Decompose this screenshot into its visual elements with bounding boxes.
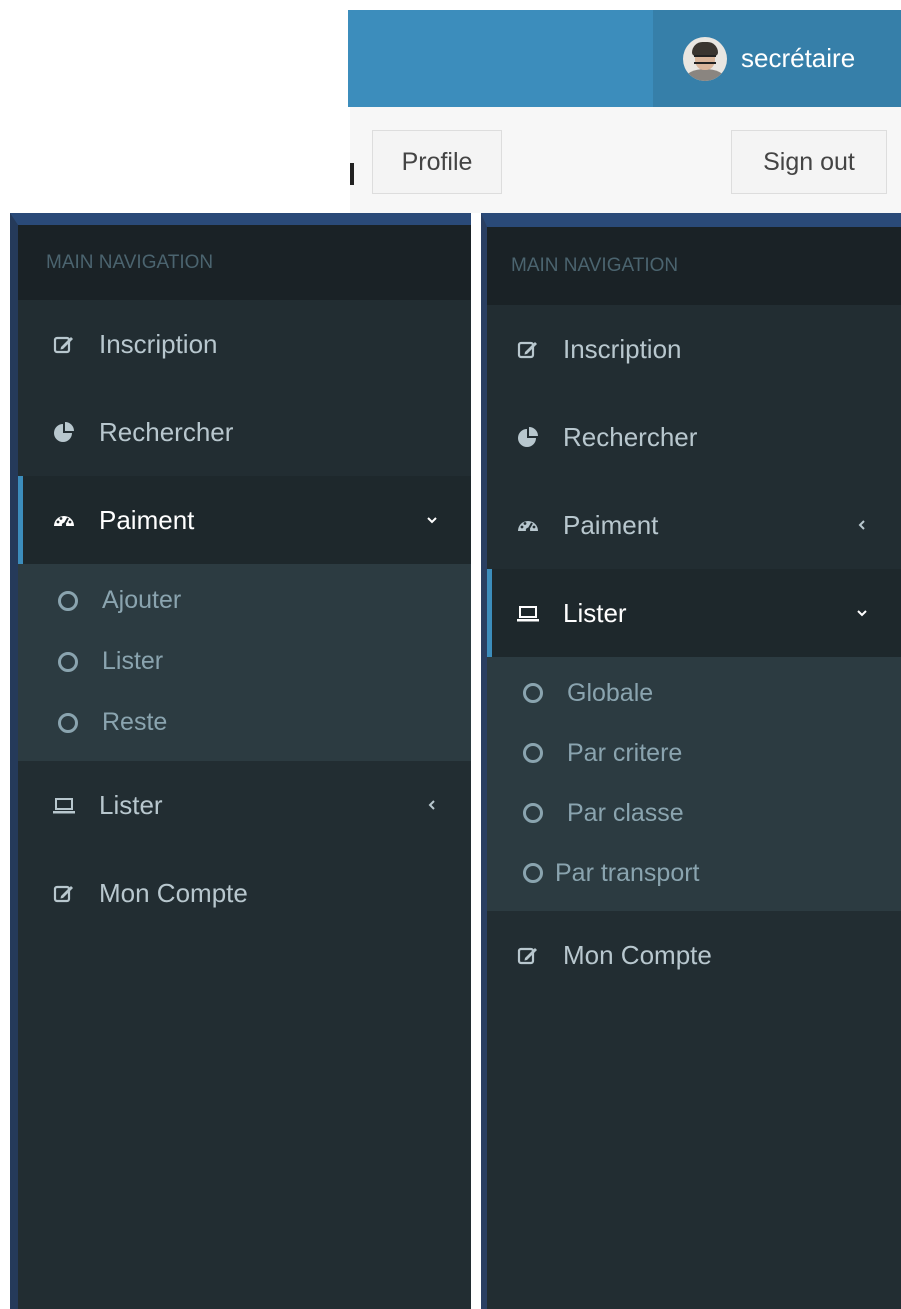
submenu-item-reste[interactable]: Reste	[18, 692, 471, 753]
circle-icon	[523, 683, 543, 703]
sidebar-item-label: Mon Compte	[99, 877, 248, 908]
user-menu-toggle[interactable]: secrétaire	[653, 10, 901, 107]
sidebar-item-mon-compte[interactable]: Mon Compte	[487, 911, 901, 999]
sidebar-item-label: Lister	[99, 789, 163, 820]
sidebar-item-label: Paiment	[563, 509, 659, 540]
sidebar-item-mon-compte[interactable]: Mon Compte	[18, 849, 471, 937]
sidebar-right: MAIN NAVIGATION Inscription Rechercher P…	[481, 213, 901, 1309]
profile-button[interactable]: Profile	[372, 130, 502, 194]
sign-out-button[interactable]: Sign out	[731, 130, 887, 194]
circle-icon	[523, 863, 543, 883]
chevron-left-icon	[425, 798, 439, 812]
sidebar-item-inscription[interactable]: Inscription	[487, 305, 901, 393]
sidebar-item-lister[interactable]: Lister	[18, 761, 471, 849]
chevron-down-icon	[425, 513, 439, 527]
submenu-item-label: Par classe	[567, 798, 684, 827]
sidebar-item-label: Rechercher	[563, 421, 698, 452]
chevron-left-icon	[855, 518, 869, 532]
sidebar-item-label: Inscription	[99, 328, 218, 359]
submenu-item-par-classe[interactable]: Par classe	[487, 783, 901, 843]
nav-header: MAIN NAVIGATION	[18, 225, 471, 300]
submenu-item-label: Par critere	[567, 738, 683, 767]
sidebar-item-lister[interactable]: Lister	[487, 569, 901, 657]
sidebar-item-rechercher[interactable]: Rechercher	[18, 388, 471, 476]
submenu-item-label: Lister	[102, 647, 164, 675]
edit-icon	[51, 880, 77, 906]
circle-icon	[523, 743, 543, 763]
edit-icon	[515, 336, 541, 362]
panel-divider	[471, 213, 481, 1309]
submenu-item-label: Reste	[102, 708, 168, 736]
user-name: secrétaire	[741, 43, 856, 73]
sidebar-item-paiment[interactable]: Paiment	[18, 476, 471, 564]
user-footer: Profile Sign out	[350, 107, 901, 213]
submenu-item-par-transport[interactable]: Par transport	[487, 843, 901, 903]
sidebar-item-label: Lister	[563, 597, 627, 628]
circle-icon	[58, 712, 78, 733]
submenu-item-globale[interactable]: Globale	[487, 663, 901, 723]
sidebar-left: MAIN NAVIGATION Inscription Rechercher P…	[10, 213, 471, 1309]
text-cursor-artifact	[350, 163, 354, 185]
submenu-item-lister[interactable]: Lister	[18, 631, 471, 692]
pie-chart-icon	[515, 424, 541, 450]
submenu-item-par-critere[interactable]: Par critere	[487, 723, 901, 783]
dashboard-icon	[515, 512, 541, 538]
circle-icon	[58, 651, 78, 672]
submenu-paiment: Ajouter Lister Reste	[18, 564, 471, 761]
sidebar-item-label: Inscription	[563, 333, 682, 364]
nav-header: MAIN NAVIGATION	[487, 227, 901, 305]
sidebar-item-inscription[interactable]: Inscription	[18, 300, 471, 388]
user-avatar	[683, 36, 727, 81]
top-navbar: secrétaire	[348, 10, 901, 107]
chevron-down-icon	[855, 606, 869, 620]
sidebar-item-rechercher[interactable]: Rechercher	[487, 393, 901, 481]
sidebar-item-label: Rechercher	[99, 416, 234, 447]
submenu-item-label: Par transport	[555, 858, 700, 887]
edit-icon	[515, 942, 541, 968]
sidebar-item-paiment[interactable]: Paiment	[487, 481, 901, 569]
sidebar-item-label: Mon Compte	[563, 939, 712, 970]
circle-icon	[58, 590, 78, 611]
sidebar-item-label: Paiment	[99, 504, 195, 535]
submenu-item-label: Ajouter	[102, 586, 182, 614]
submenu-lister: Globale Par critere Par classe Par trans…	[487, 657, 901, 911]
pie-chart-icon	[51, 419, 77, 445]
laptop-icon	[51, 792, 77, 818]
laptop-icon	[515, 600, 541, 626]
submenu-item-label: Globale	[567, 678, 654, 707]
submenu-item-ajouter[interactable]: Ajouter	[18, 570, 471, 631]
edit-icon	[51, 331, 77, 357]
circle-icon	[523, 803, 543, 823]
dashboard-icon	[51, 507, 77, 533]
